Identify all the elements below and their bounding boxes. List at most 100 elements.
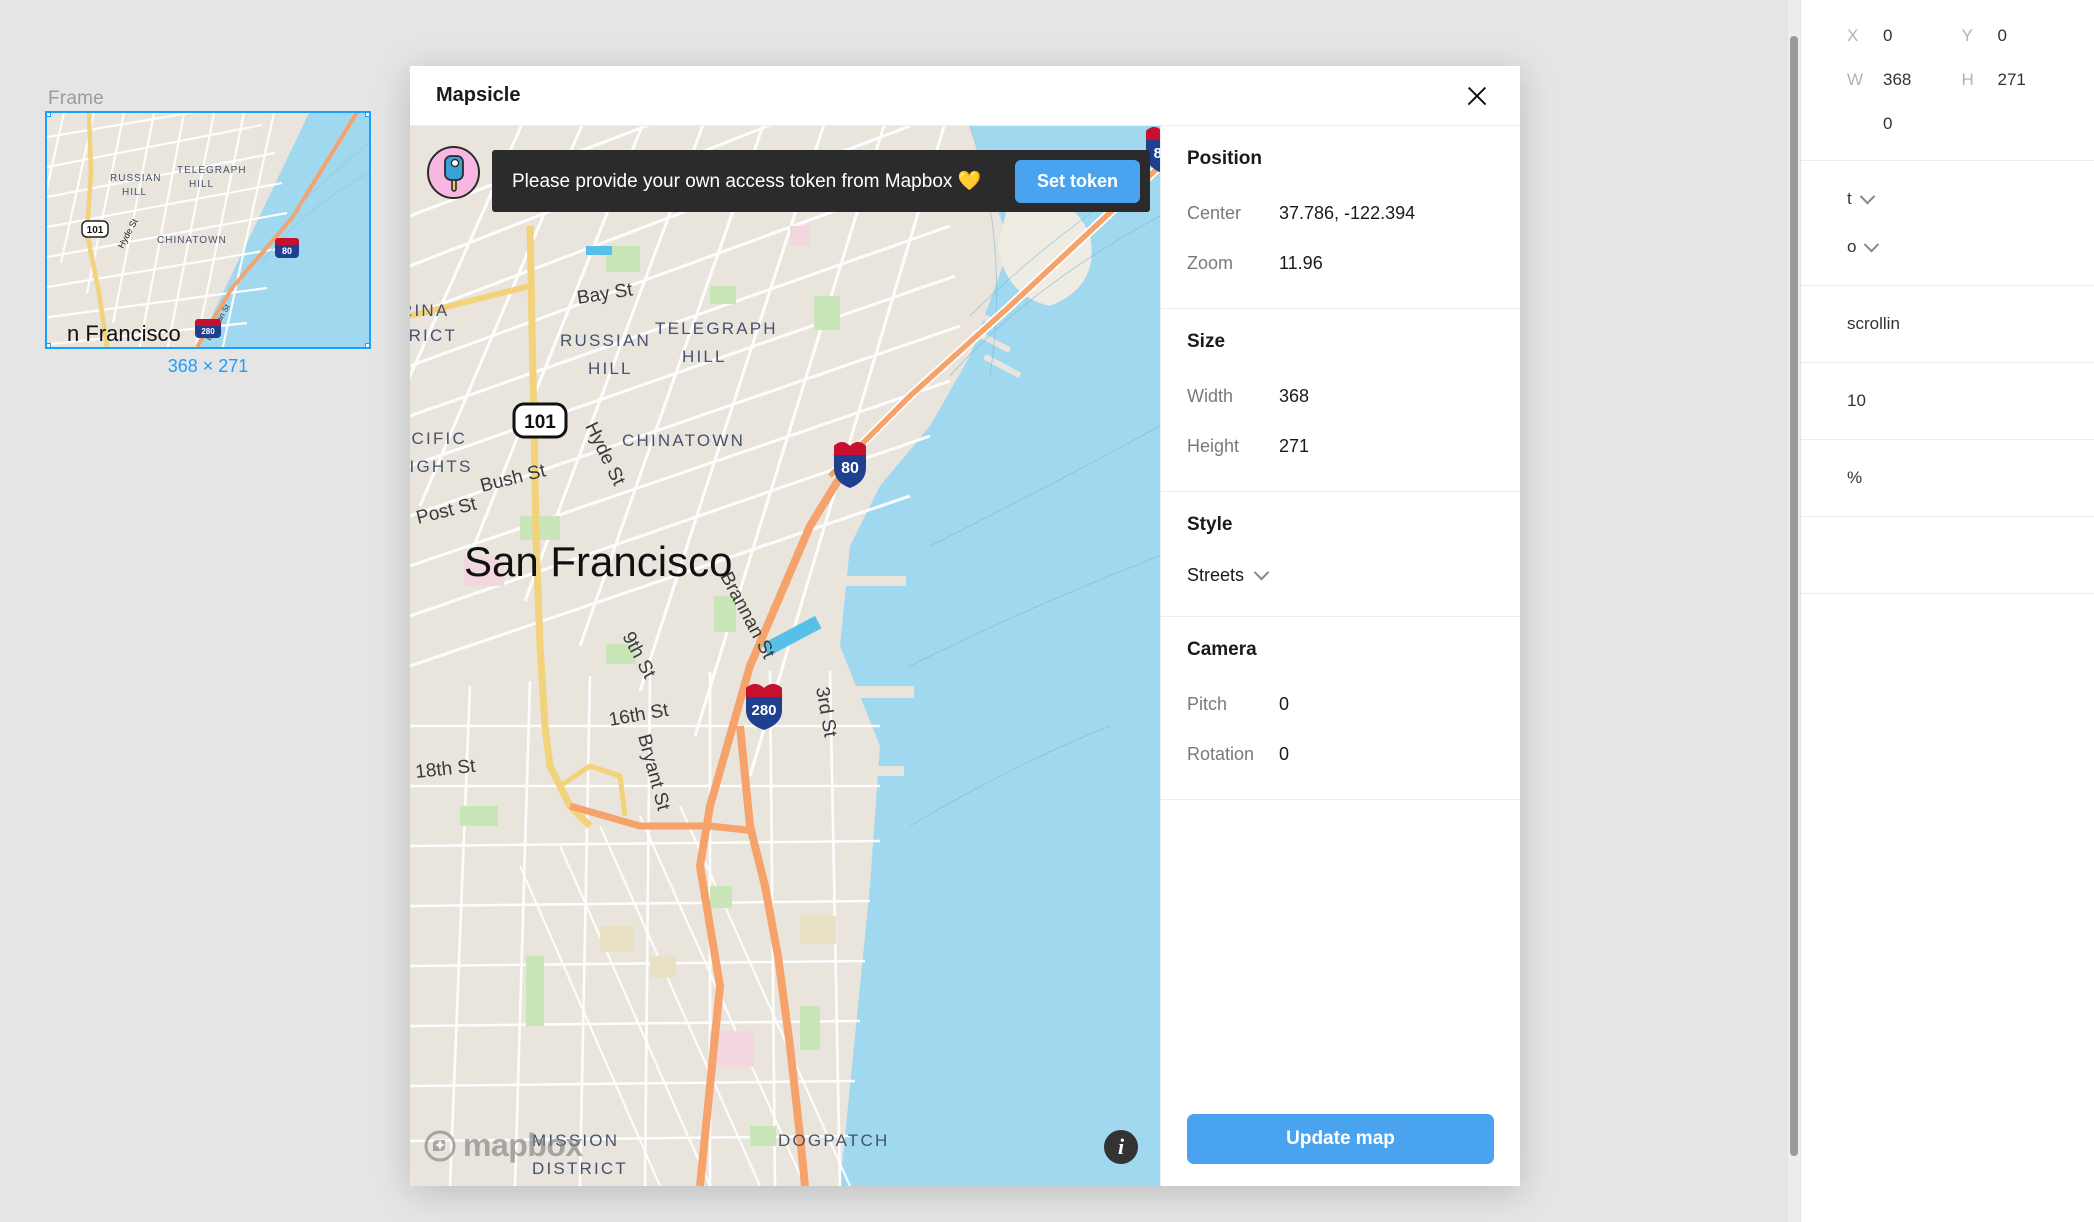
map-shield-101: 101 [512, 402, 568, 439]
popsicle-glyph [443, 154, 464, 192]
set-token-button[interactable]: Set token [1014, 159, 1140, 203]
info-icon[interactable]: i [1104, 1130, 1138, 1164]
map-label-marina2: TRICT [410, 326, 457, 345]
style-section-title: Style [1187, 514, 1233, 535]
frame-label-telegraph-hill: TELEGRAPH [177, 165, 247, 176]
corner-value[interactable]: 0 [1883, 114, 1892, 134]
inspector-extra-row [1847, 531, 2076, 579]
resize-handle-bottom-left[interactable] [47, 343, 51, 347]
frame-thumbnail[interactable]: RUSSIAN HILL TELEGRAPH HILL CHINATOWN Hy… [45, 111, 371, 349]
svg-text:101: 101 [87, 225, 104, 236]
mapsicle-dialog: Mapsicle INA RICT RUSSIAN HILL TELEGRAPH… [410, 66, 1520, 1186]
inspector-xy-row: X 0 Y 0 [1847, 14, 2076, 58]
y-value[interactable]: 0 [1998, 26, 2007, 46]
frame-label-telegraph-hill2: HILL [189, 179, 214, 190]
map-canvas: RINA TRICT RUSSIAN HILL TELEGRAPH HILL A… [410, 126, 1160, 1186]
mapbox-wordmark: mapbox [463, 1127, 583, 1163]
height-value[interactable]: 271 [1279, 436, 1309, 457]
position-section-title: Position [1187, 148, 1262, 169]
clip-content-label: scrollin [1847, 314, 1900, 333]
svg-text:80: 80 [1154, 145, 1160, 162]
style-selected-value: Streets [1187, 564, 1245, 585]
map-label-dogpatch: DOGPATCH [778, 1131, 889, 1150]
center-field[interactable]: Center 37.786, -122.394 [1187, 188, 1494, 238]
resize-handle-bottom-right[interactable] [365, 343, 369, 347]
frame-label-russian-hill: RUSSIAN [110, 173, 161, 184]
mapbox-mark-icon [424, 1130, 456, 1161]
pitch-value[interactable]: 0 [1279, 694, 1289, 715]
x-value[interactable]: 0 [1883, 26, 1892, 46]
width-label: Width [1187, 385, 1234, 406]
svg-text:80: 80 [841, 460, 859, 477]
inspector-w-field[interactable]: W 368 [1847, 70, 1962, 90]
h-label: H [1961, 70, 1974, 89]
center-value[interactable]: 37.786, -122.394 [1279, 203, 1415, 224]
map-preview[interactable]: RINA TRICT RUSSIAN HILL TELEGRAPH HILL A… [410, 126, 1160, 1186]
inspector-corner-field[interactable]: 0 [1847, 114, 1962, 134]
map-label-marina: RINA [410, 301, 449, 320]
update-map-button[interactable]: Update map [1187, 1114, 1494, 1164]
rotation-label: Rotation [1187, 743, 1255, 764]
frame-dimensions-label: 368 × 271 [167, 356, 249, 376]
dialog-footer: Update map [1161, 1092, 1520, 1186]
camera-section: Camera Pitch 0 Rotation 0 [1161, 617, 1520, 800]
constraint-vertical[interactable]: o [1847, 223, 2076, 271]
inspector-wh-row: W 368 H 271 [1847, 58, 2076, 102]
map-label-russian-hill: RUSSIAN [560, 331, 651, 350]
dialog-title: Mapsicle [436, 84, 521, 106]
zoom-value[interactable]: 11.96 [1279, 253, 1323, 274]
fill-percent-value[interactable]: % [1847, 454, 2076, 502]
frame-name-label[interactable]: Frame [48, 88, 104, 110]
rotation-value[interactable]: 0 [1279, 744, 1289, 765]
h-value[interactable]: 271 [1998, 70, 2026, 90]
width-field[interactable]: Width 368 [1187, 371, 1494, 421]
map-label-telegraph-hill: TELEGRAPH [655, 319, 778, 338]
svg-text:101: 101 [524, 412, 556, 433]
figma-inspector-panel: X 0 Y 0 W 368 H 271 0 t o scrollin 10 % [1800, 0, 2094, 1222]
constraint-vertical-value: o [1847, 237, 1857, 256]
canvas-scrollbar[interactable] [1788, 0, 1800, 1222]
w-value[interactable]: 368 [1883, 70, 1911, 90]
svg-text:80: 80 [282, 246, 292, 256]
frame-label-russian-hill2: HILL [122, 187, 147, 198]
height-label: Height [1187, 435, 1240, 456]
chevron-down-icon[interactable] [1864, 236, 1880, 252]
size-section-title: Size [1187, 331, 1226, 352]
inspector-fill-section: % [1801, 440, 2094, 517]
center-label: Center [1187, 202, 1242, 223]
inspector-layer-section: 10 [1801, 363, 2094, 440]
resize-handle-top-left[interactable] [47, 113, 51, 117]
width-value[interactable]: 368 [1279, 386, 1309, 407]
access-token-banner: Please provide your own access token fro… [492, 150, 1150, 212]
size-section: Size Width 368 Height 271 [1161, 309, 1520, 492]
pitch-field[interactable]: Pitch 0 [1187, 679, 1494, 729]
chevron-down-icon[interactable] [1859, 188, 1876, 204]
mapbox-logo[interactable]: mapbox [424, 1127, 583, 1164]
svg-text:280: 280 [751, 702, 776, 719]
resize-handle-top-right[interactable] [365, 113, 369, 117]
inspector-constraints-section: t o [1801, 161, 2094, 286]
style-section: Style Streets [1161, 492, 1520, 617]
height-field[interactable]: Height 271 [1187, 421, 1494, 471]
zoom-field[interactable]: Zoom 11.96 [1187, 238, 1494, 288]
constraint-horizontal-value: t [1847, 189, 1852, 208]
inspector-x-field[interactable]: X 0 [1847, 26, 1962, 46]
canvas-scrollbar-thumb[interactable] [1790, 36, 1798, 1156]
x-label: X [1847, 26, 1859, 45]
chevron-down-icon[interactable] [1253, 564, 1270, 580]
map-label-russian-hill2: HILL [588, 359, 633, 378]
map-label-pacific: ACIFIC [410, 429, 467, 448]
dialog-header: Mapsicle [410, 66, 1520, 126]
inspector-y-field[interactable]: Y 0 [1962, 26, 2077, 46]
dialog-body: RINA TRICT RUSSIAN HILL TELEGRAPH HILL A… [410, 126, 1520, 1186]
constraint-horizontal[interactable]: t [1847, 175, 2076, 223]
inspector-clip-section: scrollin [1801, 286, 2094, 363]
layer-opacity-value[interactable]: 10 [1847, 377, 2076, 425]
style-dropdown[interactable]: Streets [1187, 554, 1494, 596]
close-icon[interactable] [1460, 79, 1494, 113]
frame-selection[interactable]: Frame RUSSIAN HILL TELEGRAPH HILL CHINAT… [45, 88, 371, 376]
rotation-field[interactable]: Rotation 0 [1187, 729, 1494, 779]
inspector-h-field[interactable]: H 271 [1962, 70, 2077, 90]
frame-shield-101: 101 [81, 220, 109, 238]
svg-text:280: 280 [201, 327, 215, 336]
